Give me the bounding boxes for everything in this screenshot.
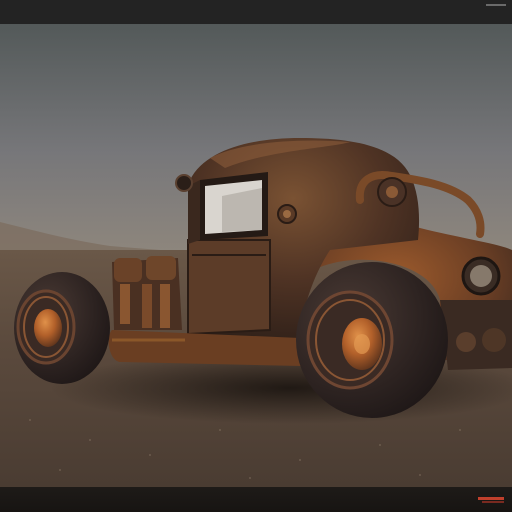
top-letterbox-bar [0,0,512,24]
car-render-illustration [0,24,512,487]
rear-gear-2 [482,328,506,352]
roof-valve-cap [386,186,398,198]
porthole-center [283,210,291,218]
engine-pipe-2 [142,284,152,328]
render-scene [0,24,512,487]
signature-mark [478,497,504,503]
engine-cylinder-left [114,258,142,282]
watermark-mark [486,4,506,6]
engine-pipe-1 [120,284,130,324]
front-wheel [14,272,110,384]
rear-wheel [296,262,448,418]
image-frame [0,0,512,512]
rear-gear [456,332,476,352]
front-hubcap [34,309,62,347]
side-lamp [175,174,193,192]
engine-cylinder-right [146,256,176,280]
bottom-letterbox-bar [0,487,512,512]
rear-lamp-lens [470,265,492,287]
rear-hub-highlight [354,334,370,354]
engine-pipe-3 [160,284,170,328]
